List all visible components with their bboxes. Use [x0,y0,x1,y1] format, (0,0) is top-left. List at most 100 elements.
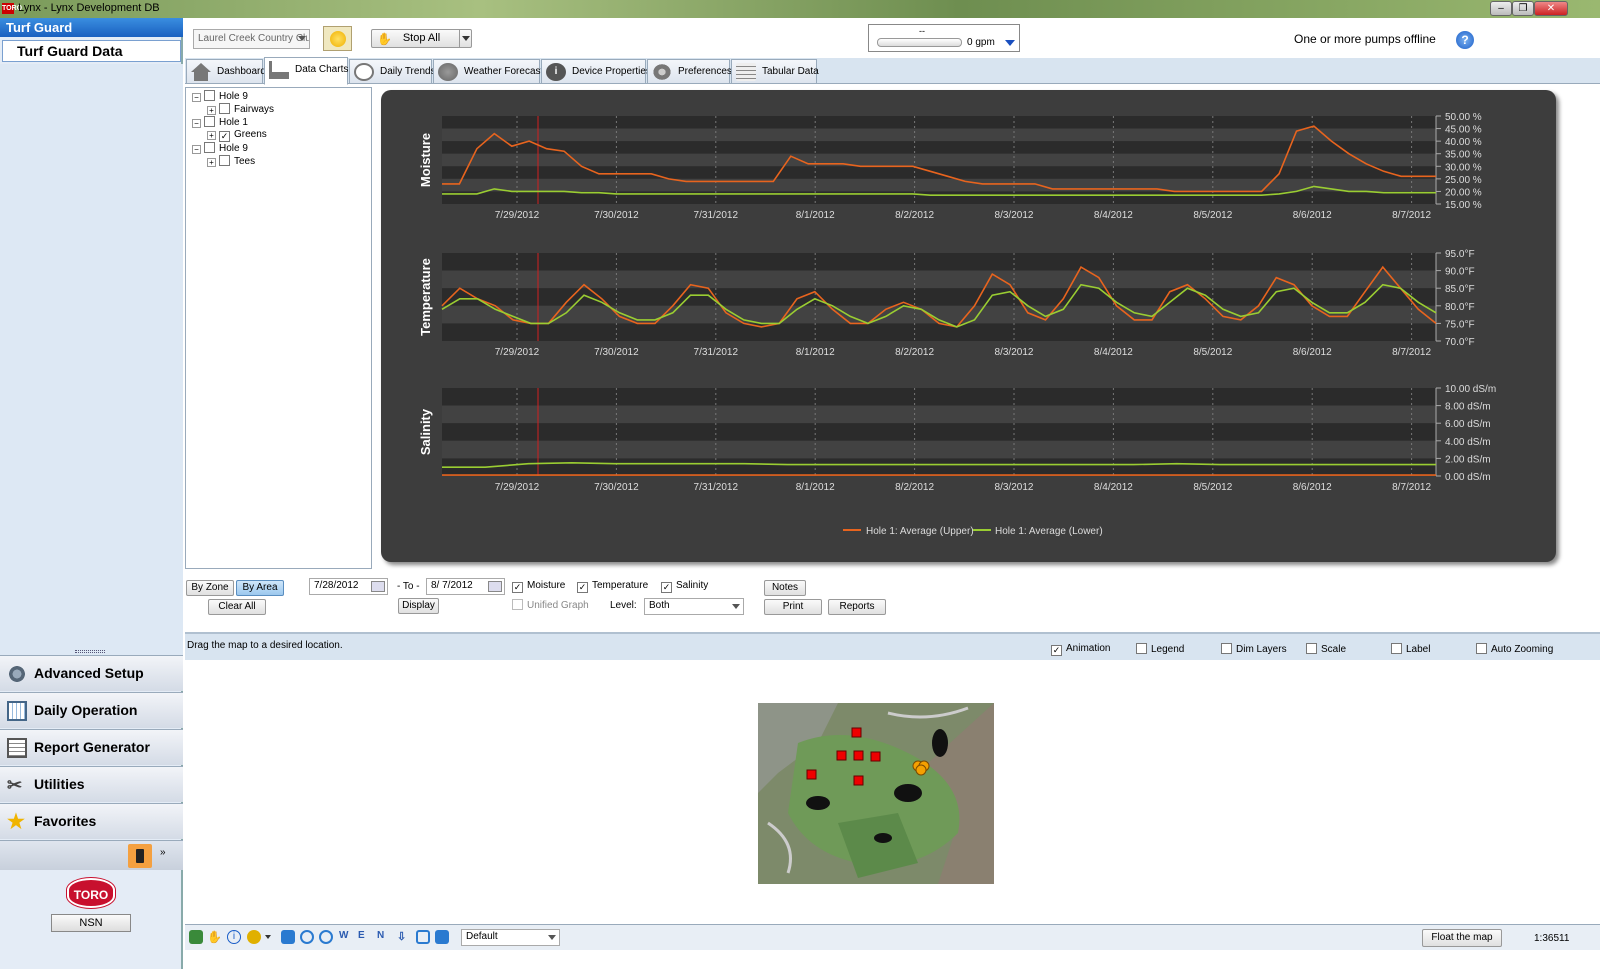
checkbox[interactable]: ✓ [577,582,588,593]
tab-daily-trends[interactable]: Daily Trends [349,59,436,84]
layers-icon[interactable] [189,930,203,944]
splitter-grip[interactable] [75,650,105,653]
tab-preferences[interactable]: Preferences [647,59,732,84]
moisture-checkbox[interactable]: ✓ Moisture [512,580,565,593]
west-icon[interactable]: W [339,930,353,944]
temperature-checkbox[interactable]: ✓ Temperature [577,580,648,593]
print-button[interactable]: Print [764,599,822,615]
checkbox[interactable] [1221,643,1232,654]
site-select[interactable]: Laurel Creek Country Club [193,29,310,49]
expand-icon[interactable]: + [207,106,216,115]
dim-layers-checkbox[interactable]: Dim Layers [1221,643,1287,655]
to-date-picker[interactable]: 8/ 7/2012 [426,578,505,595]
nav-favorites[interactable]: ★ Favorites [0,803,183,839]
display-button[interactable]: Display [398,598,439,614]
notes-button[interactable]: Notes [764,580,806,596]
collapse-icon[interactable]: − [192,145,201,154]
full-extent-icon[interactable] [281,930,295,944]
scale-checkbox[interactable]: Scale [1306,643,1346,655]
expand-icon[interactable]: + [207,131,216,140]
checkbox[interactable]: ✓ [661,582,672,593]
auto-zooming-checkbox[interactable]: Auto Zooming [1476,643,1553,655]
tree-checkbox[interactable] [204,116,215,127]
zoom-in-icon[interactable] [300,930,314,944]
label-checkbox[interactable]: Label [1391,643,1430,655]
by-area-button[interactable]: By Area [236,580,284,596]
checkbox[interactable] [1306,643,1317,654]
checkbox[interactable] [1476,643,1487,654]
south-icon[interactable]: ⇩ [397,930,411,944]
chevron-down-icon[interactable] [265,935,271,942]
sidebar-item-turf-guard-data[interactable]: Turf Guard Data [2,40,181,62]
tree-node[interactable]: + Fairways [207,103,274,115]
checkbox[interactable] [512,599,523,610]
salinity-checkbox[interactable]: ✓ Salinity [661,580,708,593]
tree-checkbox[interactable] [204,142,215,153]
nav-report-generator[interactable]: Report Generator [0,729,183,765]
reports-button[interactable]: Reports [828,599,886,615]
weather-sun-button[interactable] [323,26,352,51]
map-options-bar: Drag the map to a desired location. ✓ Ani… [185,632,1600,660]
tab-weather-forecast[interactable]: Weather Forecast [433,59,543,84]
nsn-button[interactable]: NSN [51,914,131,932]
tree-checkbox[interactable]: ✓ [219,131,230,142]
collapse-icon[interactable]: − [192,93,201,102]
calendar-icon[interactable] [488,581,502,592]
east-icon[interactable]: E [358,930,372,944]
tree-node[interactable]: − Hole 9 [192,142,248,154]
float-map-button[interactable]: Float the map [1422,929,1502,947]
map-toolbar: ✋ i W E N ⇩ Default Float the map 1:3651… [185,924,1600,950]
nav-utilities[interactable]: ✂ Utilities [0,766,183,802]
checkbox[interactable] [1136,643,1147,654]
from-date-picker[interactable]: 7/28/2012 [309,578,388,595]
identify-icon[interactable] [247,930,261,944]
tab-device-properties[interactable]: i Device Properties [541,59,651,84]
phone-icon[interactable] [128,844,152,868]
tree-node[interactable]: − Hole 9 [192,90,248,102]
help-icon[interactable]: ? [1456,31,1474,49]
info-icon[interactable]: i [227,930,241,944]
aerial-map[interactable] [758,703,994,884]
tree-node[interactable]: + ✓ Greens [207,129,267,142]
by-zone-button[interactable]: By Zone [186,580,234,596]
animation-checkbox[interactable]: ✓ Animation [1051,643,1110,656]
info-icon: i [546,63,566,81]
flow-value: 0 gpm [967,37,995,48]
tree-checkbox[interactable] [219,155,230,166]
chevron-down-icon[interactable] [1005,40,1015,51]
nav-daily-operation[interactable]: Daily Operation [0,692,183,728]
expand-icon[interactable]: + [207,158,216,167]
legend-checkbox[interactable]: Legend [1136,643,1184,655]
reset-icon[interactable] [435,930,449,944]
clear-all-button[interactable]: Clear All [208,599,266,615]
stop-all-button[interactable]: ✋ Stop All [371,29,472,48]
north-icon[interactable]: N [377,930,391,944]
pan-hand-icon[interactable]: ✋ [207,930,222,944]
chevron-down-icon[interactable] [459,30,471,47]
nav-advanced-setup[interactable]: Advanced Setup [0,655,183,691]
unified-graph-checkbox[interactable]: Unified Graph [512,599,589,611]
close-button[interactable]: ✕ [1534,1,1568,16]
y-tick-label: 85.0°F [1445,284,1475,295]
tree-node[interactable]: + Tees [207,155,255,167]
checkbox[interactable]: ✓ [1051,645,1062,656]
charts-svg[interactable]: 7/29/2012 7/30/2012 7/31/2012 8/1/2012 8/2/2… [381,90,1556,562]
zoom-out-icon[interactable] [319,930,333,944]
map-area[interactable] [185,660,1600,924]
chevron-right-icon[interactable]: » [160,847,166,858]
minimize-button[interactable]: – [1490,1,1512,16]
tab-dashboard[interactable]: Dashboard [186,59,266,84]
tab-data-charts[interactable]: Data Charts [264,57,348,85]
maximize-button[interactable]: ❐ [1512,1,1534,16]
calendar-icon[interactable] [371,581,385,592]
checkbox[interactable] [1391,643,1402,654]
refresh-icon[interactable] [416,930,430,944]
tab-tabular-data[interactable]: Tabular Data [731,59,819,84]
tree-checkbox[interactable] [204,90,215,101]
checkbox[interactable]: ✓ [512,582,523,593]
level-select[interactable]: Both [644,598,744,615]
collapse-icon[interactable]: − [192,119,201,128]
tree-node[interactable]: − Hole 1 [192,116,248,128]
layer-select[interactable]: Default [461,929,560,946]
tree-checkbox[interactable] [219,103,230,114]
